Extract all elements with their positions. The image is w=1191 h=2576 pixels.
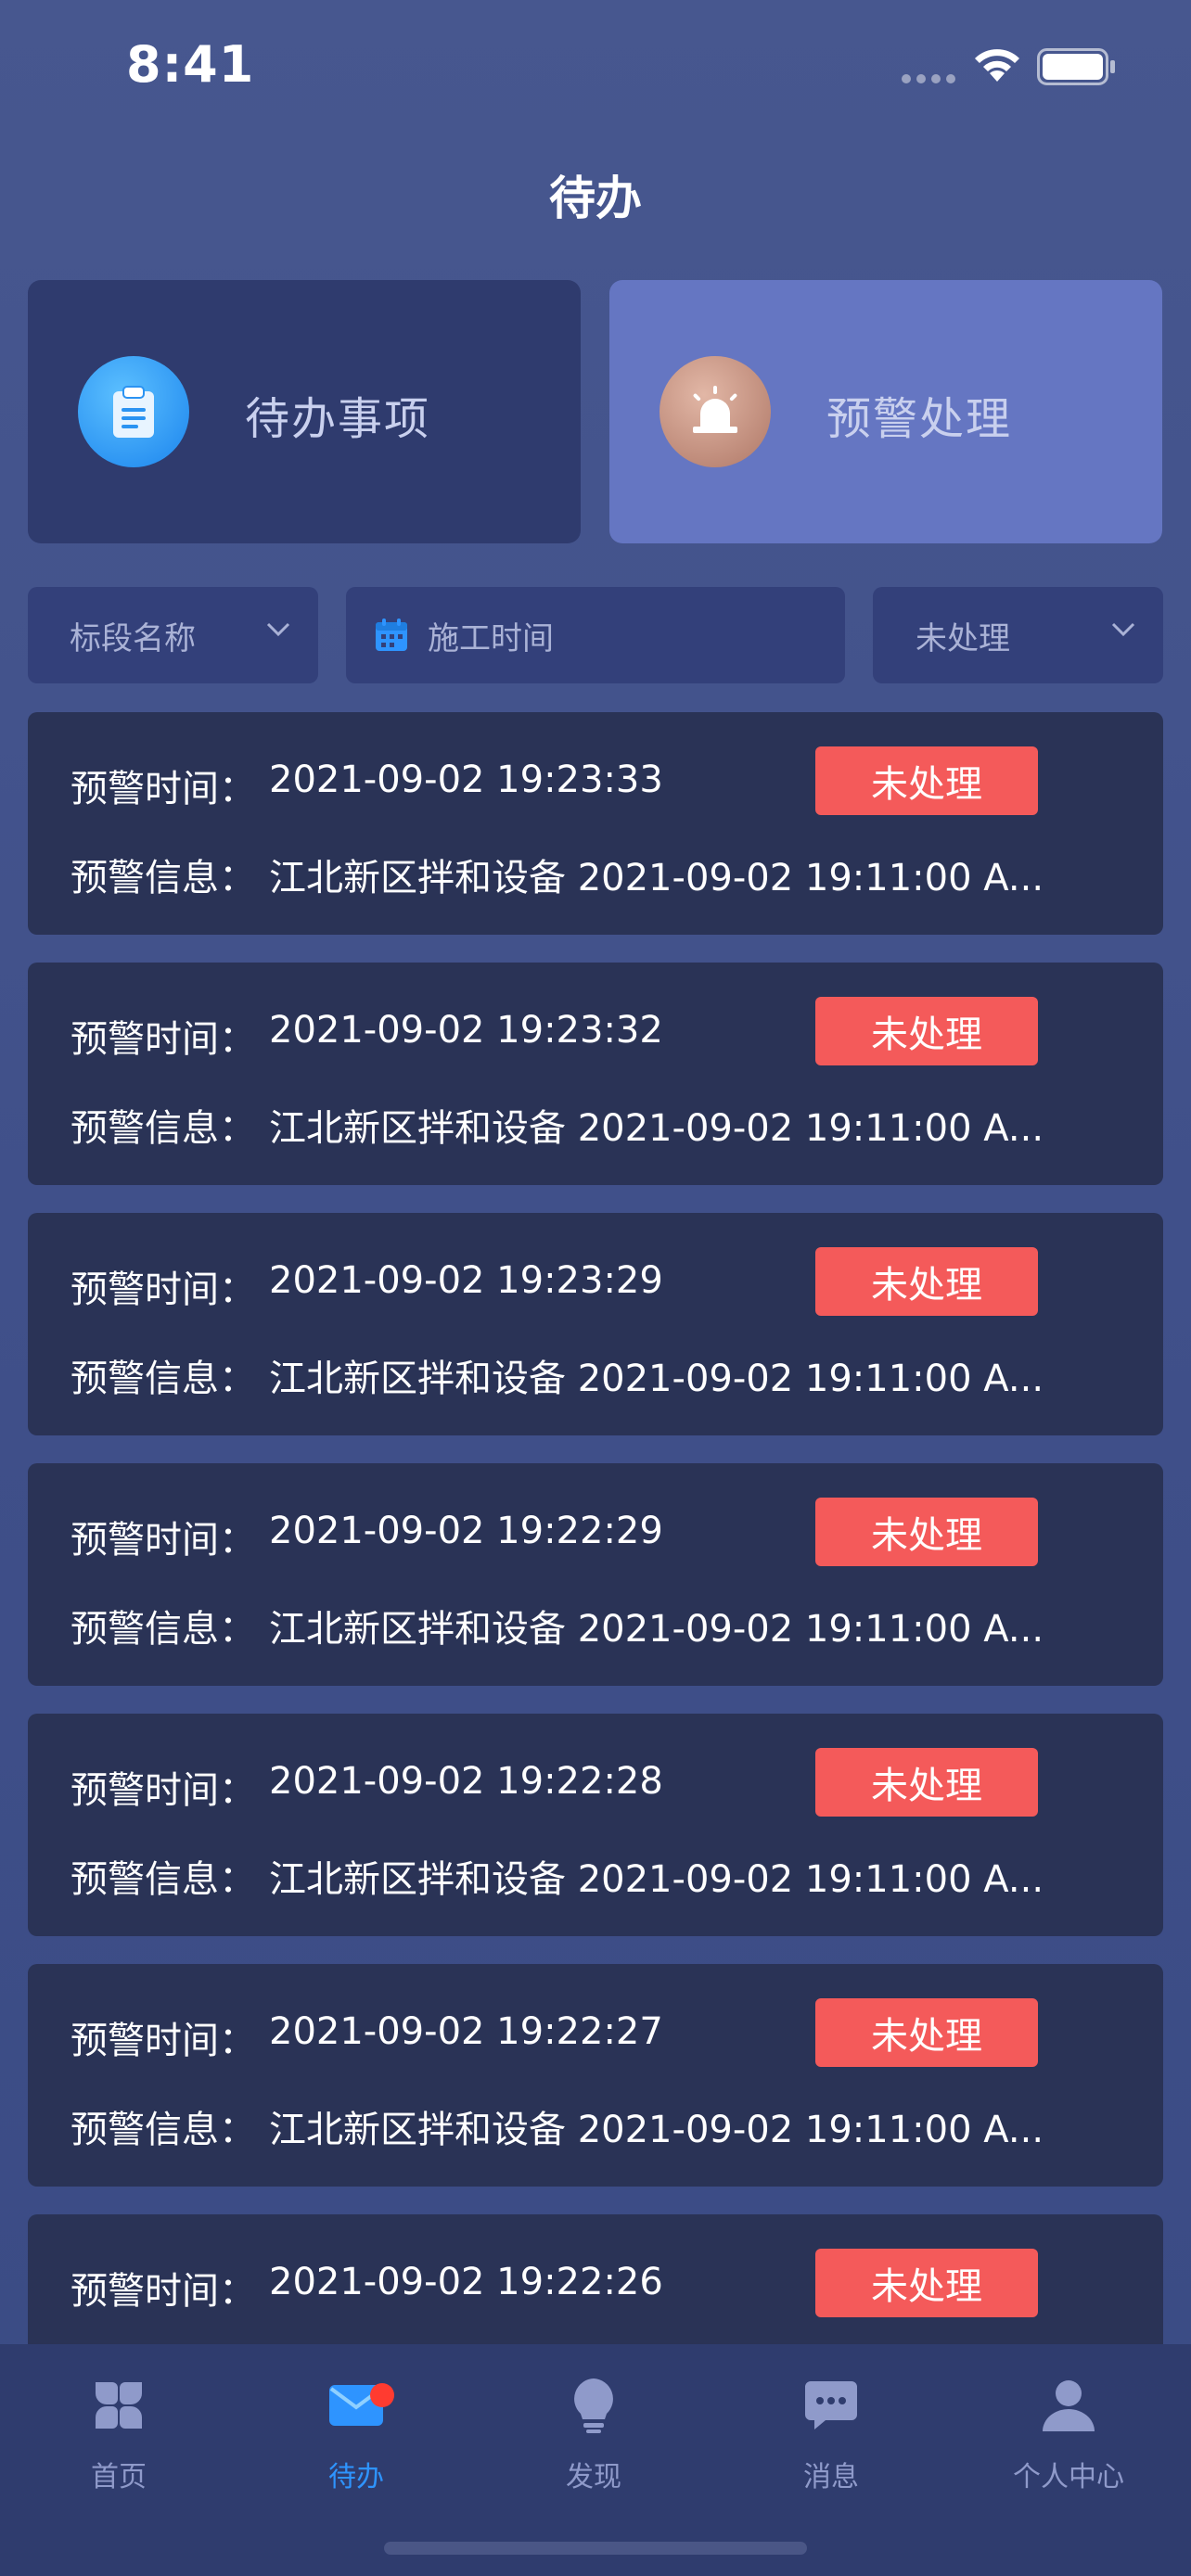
chevron-down-icon: [266, 622, 290, 641]
warning-info-label: 预警信息：: [70, 1858, 256, 1901]
warning-time-value: 2021-09-02 19:23:32: [269, 1009, 663, 1052]
warning-list-item[interactable]: 预警时间： 2021-09-02 19:23:29 未处理 预警信息： 江北新区…: [28, 1213, 1163, 1435]
warning-time-label: 预警时间：: [70, 1018, 256, 1061]
warning-info-value: 江北新区拌和设备 2021-09-02 19:11:00 A...: [269, 1608, 1044, 1651]
warning-info-value: 江北新区拌和设备 2021-09-02 19:11:00 A...: [269, 2109, 1044, 2151]
warning-list-item[interactable]: 预警时间： 2021-09-02 19:22:27 未处理 预警信息： 江北新区…: [28, 1964, 1163, 2187]
warning-time-value: 2021-09-02 19:22:27: [269, 2010, 663, 2053]
tab-home-label: 首页: [91, 2461, 147, 2493]
warning-info-value: 江北新区拌和设备 2021-09-02 19:11:00 A...: [269, 1858, 1044, 1901]
warning-info-label: 预警信息：: [70, 2109, 256, 2151]
warning-info-value: 江北新区拌和设备 2021-09-02 19:11:00 A...: [269, 1358, 1044, 1400]
status-badge[interactable]: 未处理: [815, 2249, 1038, 2317]
tab-messages[interactable]: 消息: [712, 2370, 950, 2509]
status-time: 8:41: [126, 35, 255, 94]
warning-time-label: 预警时间：: [70, 1769, 256, 1812]
status-badge[interactable]: 未处理: [815, 746, 1038, 815]
warning-info-label: 预警信息：: [70, 1358, 256, 1400]
warning-time-label: 预警时间：: [70, 2270, 256, 2313]
tab-profile[interactable]: 个人中心: [950, 2370, 1187, 2509]
page-title: 待办: [549, 172, 642, 225]
tab-todo-label: 待办: [328, 2461, 384, 2493]
chevron-down-icon: [1111, 622, 1135, 641]
section-name-filter-label: 标段名称: [70, 619, 196, 657]
tab-discover-label: 发现: [566, 2461, 621, 2493]
warning-time-value: 2021-09-02 19:23:29: [269, 1259, 663, 1302]
chat-bubble-icon: [712, 2370, 950, 2441]
warning-time-label: 预警时间：: [70, 1269, 256, 1311]
status-filter[interactable]: 未处理: [873, 587, 1163, 683]
warning-info-value: 江北新区拌和设备 2021-09-02 19:11:00 A...: [269, 1107, 1044, 1150]
wifi-icon: [972, 45, 1022, 87]
status-badge[interactable]: 未处理: [815, 1498, 1038, 1566]
person-icon: [950, 2370, 1187, 2441]
warning-time-label: 预警时间：: [70, 768, 256, 810]
notification-badge: [370, 2383, 394, 2407]
mail-icon: [237, 2370, 475, 2441]
warning-info-label: 预警信息：: [70, 857, 256, 899]
tab-home[interactable]: 首页: [0, 2370, 237, 2509]
warning-info-value: 江北新区拌和设备 2021-09-02 19:11:00 A...: [269, 857, 1044, 899]
tab-profile-label: 个人中心: [1013, 2461, 1124, 2493]
warning-time-label: 预警时间：: [70, 2020, 256, 2062]
warning-info-label: 预警信息：: [70, 1107, 256, 1150]
home-indicator[interactable]: [384, 2542, 807, 2555]
status-badge[interactable]: 未处理: [815, 997, 1038, 1065]
lightbulb-icon: [475, 2370, 712, 2441]
alert-handling-card[interactable]: 预警处理: [609, 280, 1162, 543]
status-bar: 8:41: [0, 0, 1191, 139]
clipboard-icon: [78, 356, 189, 467]
tab-todo[interactable]: 待办: [237, 2370, 475, 2509]
tab-discover[interactable]: 发现: [475, 2370, 712, 2509]
status-filter-label: 未处理: [916, 619, 1010, 657]
todo-items-card[interactable]: 待办事项: [28, 280, 581, 543]
warning-list-item[interactable]: 预警时间： 2021-09-02 19:23:33 未处理 预警信息： 江北新区…: [28, 712, 1163, 935]
alarm-siren-icon: [660, 356, 771, 467]
alert-handling-label: 预警处理: [826, 393, 1013, 445]
construction-time-filter-label: 施工时间: [428, 619, 554, 657]
construction-time-filter[interactable]: 施工时间: [346, 587, 845, 683]
tab-messages-label: 消息: [803, 2461, 859, 2493]
warning-info-label: 预警信息：: [70, 1608, 256, 1651]
warning-list-item[interactable]: 预警时间： 2021-09-02 19:22:29 未处理 预警信息： 江北新区…: [28, 1463, 1163, 1686]
warning-time-value: 2021-09-02 19:23:33: [269, 759, 663, 801]
warning-list-item[interactable]: 预警时间： 2021-09-02 19:22:28 未处理 预警信息： 江北新区…: [28, 1714, 1163, 1936]
warning-time-value: 2021-09-02 19:22:26: [269, 2261, 663, 2303]
status-badge[interactable]: 未处理: [815, 1247, 1038, 1316]
warning-list-item[interactable]: 预警时间： 2021-09-02 19:23:32 未处理 预警信息： 江北新区…: [28, 963, 1163, 1185]
battery-icon: [1037, 48, 1117, 89]
warning-time-value: 2021-09-02 19:22:28: [269, 1760, 663, 1803]
status-badge[interactable]: 未处理: [815, 1998, 1038, 2067]
section-name-filter[interactable]: 标段名称: [28, 587, 318, 683]
status-badge[interactable]: 未处理: [815, 1748, 1038, 1817]
todo-items-label: 待办事项: [245, 393, 431, 445]
cellular-signal-icon: [902, 74, 955, 83]
grid-petals-icon: [0, 2370, 237, 2441]
warning-time-label: 预警时间：: [70, 1519, 256, 1562]
warning-time-value: 2021-09-02 19:22:29: [269, 1510, 663, 1552]
calendar-icon: [374, 618, 409, 653]
